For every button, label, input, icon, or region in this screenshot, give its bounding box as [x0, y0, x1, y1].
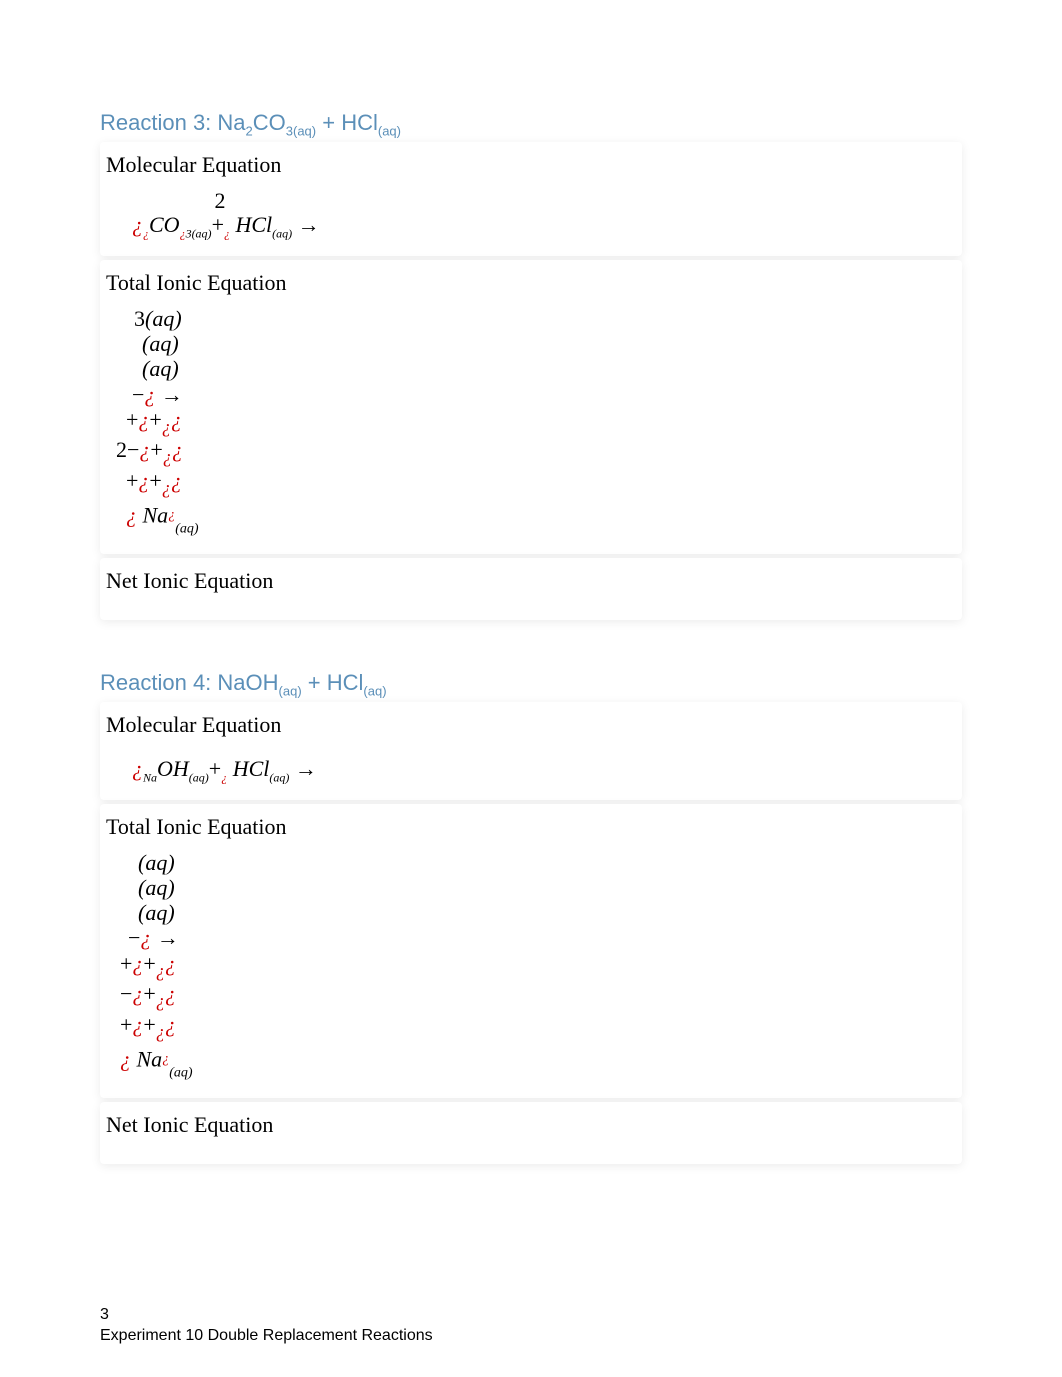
net-ionic-label: Net Ionic Equation [104, 1112, 958, 1138]
arrow: → [151, 925, 179, 950]
placeholder-glyph: ¿ [132, 1012, 143, 1037]
arrow: → [292, 212, 320, 237]
text: − [128, 925, 140, 950]
heading-sub: 2 [246, 123, 253, 138]
placeholder-glyph: ¿ [138, 468, 149, 493]
net-ionic-box: Net Ionic Equation [100, 558, 962, 620]
text: + [150, 437, 162, 462]
text: (aq) [138, 900, 175, 925]
net-ionic-label: Net Ionic Equation [104, 568, 958, 594]
total-ionic-box: Total Ionic Equation (aq) (aq) (aq) −¿ →… [100, 804, 962, 1098]
equation-sub: (aq) [269, 771, 289, 785]
placeholder-glyph: ¿ [162, 416, 171, 436]
text: + [143, 951, 155, 976]
heading-sub: (aq) [378, 123, 401, 138]
equation-fragment: 2 [210, 188, 230, 214]
placeholder-glyph: ¿ [132, 212, 143, 237]
placeholder-glyph: ¿ [156, 1021, 165, 1041]
placeholder-glyph: ¿ [171, 407, 182, 432]
heading-text: + HCl [302, 670, 364, 695]
net-ionic-box: Net Ionic Equation [100, 1102, 962, 1164]
text: (aq) [145, 306, 182, 331]
placeholder-glyph: ¿ [165, 1012, 176, 1037]
molecular-equation: ¿¿CO¿3(aq)+¿ HCl(aq) → [104, 214, 958, 239]
placeholder-glyph: ¿ [156, 960, 165, 980]
footer-title: Experiment 10 Double Replacement Reactio… [100, 1326, 433, 1347]
equation-sub: (aq) [272, 227, 292, 241]
heading-text: Reaction 3: Na [100, 110, 246, 135]
text: Na [131, 1046, 162, 1071]
total-ionic-equation: 3(aq) (aq) (aq) −¿ → +¿+¿¿ 2−¿+¿¿ +¿+¿¿ … [104, 306, 958, 538]
molecular-label: Molecular Equation [104, 152, 958, 178]
equation-text: OH [157, 756, 189, 781]
placeholder-glyph: ¿ [165, 951, 176, 976]
text: + [143, 1012, 155, 1037]
reaction-3-block: Reaction 3: Na2CO3(aq) + HCl(aq) Molecul… [100, 110, 962, 620]
total-ionic-label: Total Ionic Equation [104, 814, 958, 840]
heading-sub: (aq) [363, 683, 386, 698]
text: − [132, 382, 144, 407]
placeholder-glyph: ¿ [163, 447, 172, 467]
placeholder-glyph: ¿ [162, 477, 171, 497]
plus-sign: + [212, 212, 224, 237]
page-footer: 3 Experiment 10 Double Replacement React… [100, 1305, 433, 1347]
heading-text: + HCl [316, 110, 378, 135]
text: + [126, 468, 138, 493]
placeholder-glyph: ¿ [165, 981, 176, 1006]
placeholder-glyph: ¿ [132, 981, 143, 1006]
text: (aq) [142, 356, 179, 381]
placeholder-glyph: ¿ [172, 437, 183, 462]
placeholder-glyph: ¿ [156, 991, 165, 1011]
text: + [120, 951, 132, 976]
equation-text: HCl [227, 756, 269, 781]
arrow: → [289, 756, 317, 781]
molecular-equation-box: Molecular Equation 2 ¿¿CO¿3(aq)+¿ HCl(aq… [100, 142, 962, 255]
placeholder-glyph: ¿ [139, 437, 150, 462]
heading-text: CO [253, 110, 286, 135]
equation-sub: 3(aq) [186, 227, 212, 241]
molecular-equation: ¿NaOH(aq)+¿ HCl(aq) → [104, 748, 958, 783]
heading-sub: 3(aq) [286, 123, 316, 138]
molecular-label: Molecular Equation [104, 712, 958, 738]
text: (aq) [138, 875, 175, 900]
placeholder-glyph: ¿ [126, 503, 137, 528]
text: + [149, 407, 161, 432]
text: (aq) [138, 850, 175, 875]
equation-text: HCl [230, 212, 272, 237]
placeholder-glyph: ¿ [132, 951, 143, 976]
equation-sub: Na [143, 771, 157, 785]
arrow: → [155, 382, 183, 407]
heading-sub: (aq) [279, 683, 302, 698]
heading-text: Reaction 4: NaOH [100, 670, 279, 695]
placeholder-glyph: ¿ [144, 382, 155, 407]
text: (aq) [142, 331, 179, 356]
placeholder-glyph: ¿ [138, 407, 149, 432]
text: (aq) [169, 1066, 192, 1081]
plus-sign: + [209, 756, 221, 781]
text: (aq) [175, 522, 198, 537]
text: + [149, 468, 161, 493]
reaction-3-heading: Reaction 3: Na2CO3(aq) + HCl(aq) [100, 110, 962, 138]
text: + [126, 407, 138, 432]
equation-sub: (aq) [189, 771, 209, 785]
total-ionic-label: Total Ionic Equation [104, 270, 958, 296]
equation-text: CO [149, 212, 180, 237]
page-number: 3 [100, 1305, 433, 1326]
placeholder-glyph: ¿ [140, 925, 151, 950]
text: − [120, 981, 132, 1006]
molecular-equation-box: Molecular Equation ¿NaOH(aq)+¿ HCl(aq) → [100, 702, 962, 799]
text: + [143, 981, 155, 1006]
total-ionic-equation: (aq) (aq) (aq) −¿ → +¿+¿¿ −¿+¿¿ +¿+¿¿ ¿ … [104, 850, 958, 1082]
placeholder-glyph: ¿ [132, 756, 143, 781]
text: 3 [134, 306, 145, 331]
text: Na [137, 503, 168, 528]
document-page: Reaction 3: Na2CO3(aq) + HCl(aq) Molecul… [0, 0, 1062, 1377]
text: + [120, 1012, 132, 1037]
reaction-4-heading: Reaction 4: NaOH(aq) + HCl(aq) [100, 670, 962, 698]
total-ionic-box: Total Ionic Equation 3(aq) (aq) (aq) −¿ … [100, 260, 962, 554]
placeholder-glyph: ¿ [171, 468, 182, 493]
reaction-4-block: Reaction 4: NaOH(aq) + HCl(aq) Molecular… [100, 670, 962, 1164]
placeholder-glyph: ¿ [120, 1046, 131, 1071]
text: 2− [116, 437, 139, 462]
